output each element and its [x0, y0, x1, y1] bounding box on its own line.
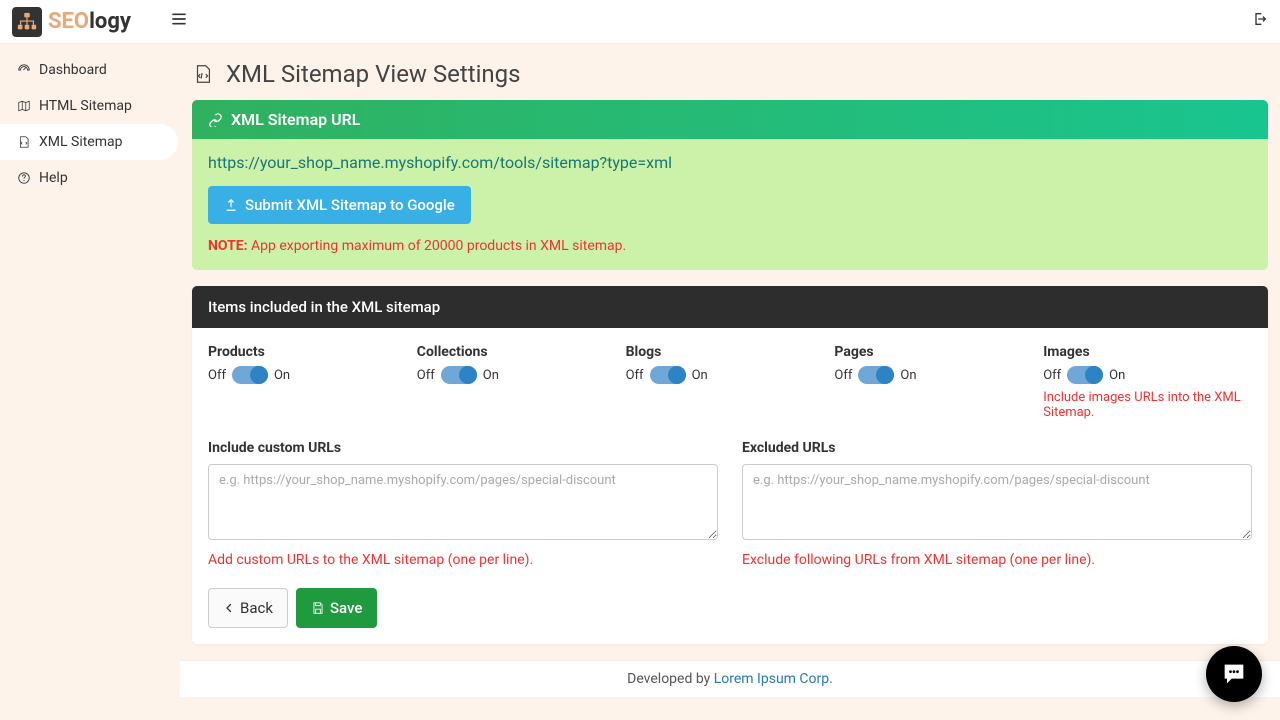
toggle-products: Products Off On — [208, 344, 417, 420]
products-switch[interactable] — [232, 366, 268, 384]
panel-header: Items included in the XML sitemap — [192, 286, 1268, 328]
submit-sitemap-button[interactable]: Submit XML Sitemap to Google — [208, 186, 471, 224]
exclude-urls-textarea[interactable] — [742, 464, 1252, 540]
brand-text-seo: SEO — [48, 9, 89, 34]
top-navbar: SEOlogy — [0, 0, 1280, 44]
toggle-blogs: Blogs Off On — [626, 344, 835, 420]
note-prefix: NOTE: — [208, 238, 248, 254]
panel-header: XML Sitemap URL — [192, 100, 1268, 139]
on-label: On — [274, 368, 290, 383]
page-title: XML Sitemap View Settings — [192, 60, 1268, 88]
upload-icon — [224, 198, 238, 212]
panel-body: https://your_shop_name.myshopify.com/too… — [192, 139, 1268, 270]
on-label: On — [900, 368, 916, 383]
off-label: Off — [208, 368, 226, 383]
toggle-collections: Collections Off On — [417, 344, 626, 420]
toggle-row: Products Off On Collections Off On — [208, 344, 1252, 420]
collections-switch[interactable] — [441, 366, 477, 384]
xml-sitemap-url-panel: XML Sitemap URL https://your_shop_name.m… — [192, 100, 1268, 270]
sidebar-toggle-button[interactable] — [171, 11, 187, 32]
footer-prefix: Developed by — [627, 671, 714, 687]
submit-sitemap-label: Submit XML Sitemap to Google — [245, 196, 455, 214]
on-label: On — [1109, 368, 1125, 383]
sidebar-item-dashboard[interactable]: Dashboard — [0, 52, 178, 88]
images-switch[interactable] — [1067, 366, 1103, 384]
sidebar-item-label: HTML Sitemap — [39, 98, 132, 114]
logout-button[interactable] — [1252, 11, 1268, 32]
chevron-left-icon — [223, 602, 235, 614]
include-urls-help: Add custom URLs to the XML sitemap (one … — [208, 552, 718, 568]
code-file-icon — [192, 63, 214, 85]
toggle-label: Products — [208, 344, 417, 360]
brand-logo[interactable]: SEOlogy — [12, 7, 131, 37]
toggle-label: Collections — [417, 344, 626, 360]
main-content: XML Sitemap View Settings XML Sitemap UR… — [180, 44, 1280, 720]
on-label: On — [692, 368, 708, 383]
pages-switch[interactable] — [858, 366, 894, 384]
page-title-text: XML Sitemap View Settings — [226, 60, 521, 88]
exclude-urls-label: Excluded URLs — [742, 440, 1252, 456]
sitemap-url-link[interactable]: https://your_shop_name.myshopify.com/too… — [208, 153, 672, 172]
include-urls-column: Include custom URLs Add custom URLs to t… — [208, 440, 718, 568]
off-label: Off — [834, 368, 852, 383]
footer-suffix: . — [829, 671, 833, 687]
toggle-label: Images — [1043, 344, 1252, 360]
footer-link[interactable]: Lorem Ipsum Corp — [714, 671, 829, 687]
code-file-icon — [16, 135, 31, 150]
dashboard-icon — [16, 63, 31, 78]
sidebar-item-label: XML Sitemap — [39, 134, 123, 150]
off-label: Off — [417, 368, 435, 383]
panel-header-text: XML Sitemap URL — [231, 110, 360, 129]
on-label: On — [483, 368, 499, 383]
panel-header-text: Items included in the XML sitemap — [208, 298, 440, 316]
brand-mark-icon — [12, 7, 42, 37]
save-icon — [311, 601, 325, 615]
sidebar: Dashboard HTML Sitemap XML Sitemap Help — [0, 44, 180, 720]
toggle-label: Pages — [834, 344, 1043, 360]
sidebar-item-html-sitemap[interactable]: HTML Sitemap — [0, 88, 178, 124]
toggle-label: Blogs — [626, 344, 835, 360]
off-label: Off — [626, 368, 644, 383]
exclude-urls-help: Exclude following URLs from XML sitemap … — [742, 552, 1252, 568]
sidebar-item-help[interactable]: Help — [0, 160, 178, 196]
back-button[interactable]: Back — [208, 588, 288, 628]
brand-text-logy: logy — [89, 9, 131, 34]
save-button[interactable]: Save — [296, 588, 377, 628]
export-note: NOTE: App exporting maximum of 20000 pro… — [208, 238, 1252, 254]
url-columns: Include custom URLs Add custom URLs to t… — [208, 440, 1252, 568]
sidebar-item-xml-sitemap[interactable]: XML Sitemap — [0, 124, 178, 160]
items-included-panel: Items included in the XML sitemap Produc… — [192, 286, 1268, 644]
chat-widget-button[interactable] — [1206, 646, 1262, 702]
note-text: App exporting maximum of 20000 products … — [248, 238, 627, 254]
sidebar-item-label: Dashboard — [39, 62, 107, 78]
link-icon — [208, 112, 223, 127]
back-button-label: Back — [240, 599, 273, 617]
save-button-label: Save — [330, 599, 362, 617]
toggle-pages: Pages Off On — [834, 344, 1043, 420]
exclude-urls-column: Excluded URLs Exclude following URLs fro… — [742, 440, 1252, 568]
toggle-images: Images Off On Include images URLs into t… — [1043, 344, 1252, 420]
off-label: Off — [1043, 368, 1061, 383]
help-icon — [16, 171, 31, 186]
blogs-switch[interactable] — [650, 366, 686, 384]
map-icon — [16, 99, 31, 114]
footer: Developed by Lorem Ipsum Corp. — [180, 660, 1280, 697]
chat-icon — [1220, 660, 1248, 688]
include-urls-label: Include custom URLs — [208, 440, 718, 456]
sidebar-item-label: Help — [39, 170, 68, 186]
include-urls-textarea[interactable] — [208, 464, 718, 540]
images-help-text: Include images URLs into the XML Sitemap… — [1043, 390, 1252, 420]
action-buttons: Back Save — [208, 588, 1252, 628]
